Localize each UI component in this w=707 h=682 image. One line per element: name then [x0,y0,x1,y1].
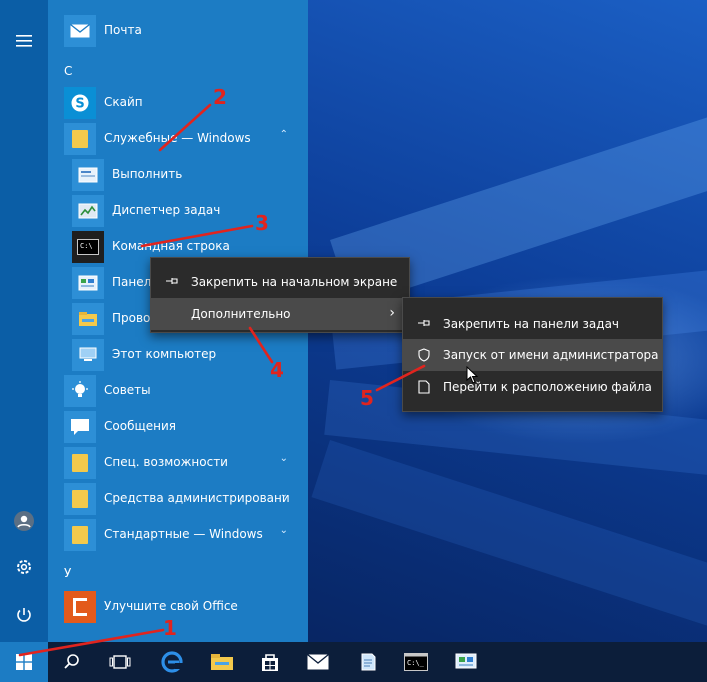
annotation-arrow-3 [140,224,254,248]
annotation-lines [18,103,426,657]
annotation-number: 5 [360,386,374,410]
annotation-number: 3 [255,211,269,235]
annotation-arrow-2 [158,103,212,152]
annotation-number: 1 [163,616,177,640]
annotation-arrow-5 [375,364,426,392]
annotation-number: 2 [213,85,227,109]
annotation-arrow-1 [18,628,165,657]
annotation-arrow-4 [248,326,274,364]
annotation-number: 4 [270,358,284,382]
